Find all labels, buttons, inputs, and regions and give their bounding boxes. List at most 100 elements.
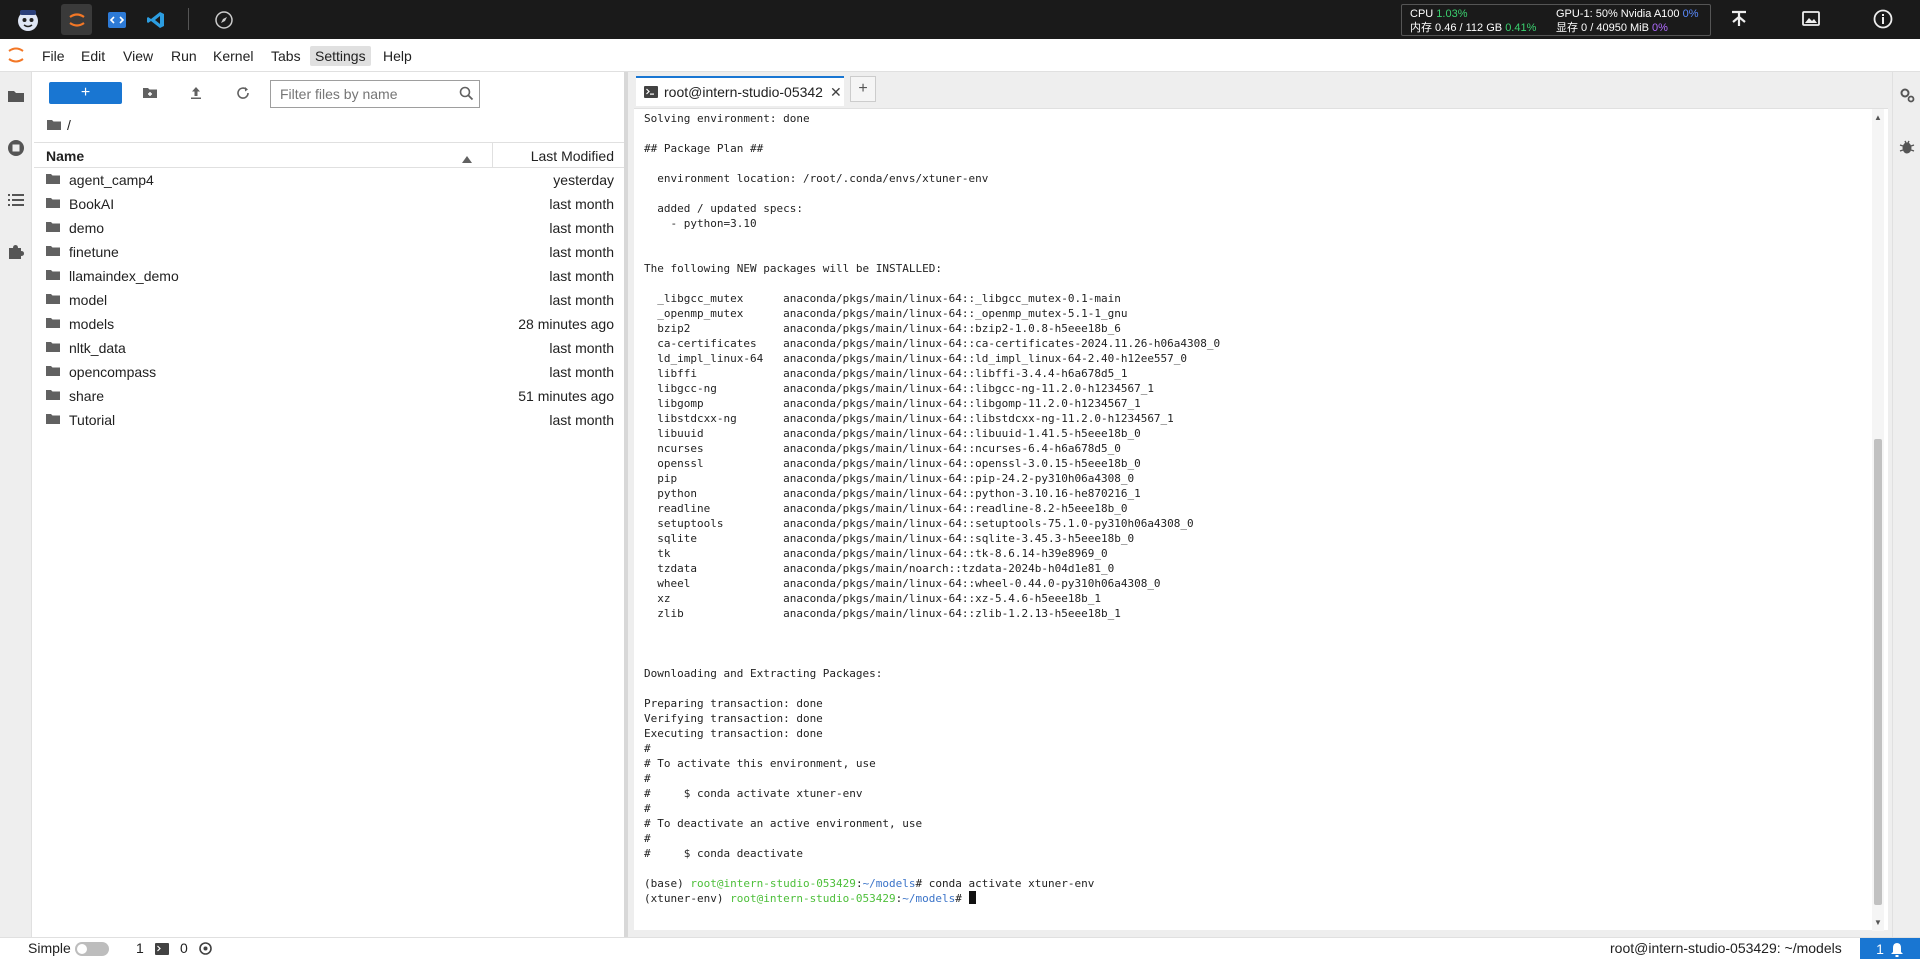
- toc-icon[interactable]: [6, 190, 26, 210]
- terminal-panel[interactable]: Solving environment: done ## Package Plan…: [634, 108, 1888, 931]
- menu-bar: File Edit View Run Kernel Tabs Settings …: [0, 39, 1920, 72]
- terminal-status-icon[interactable]: [155, 942, 169, 958]
- code-app-icon[interactable]: [101, 4, 132, 35]
- terminal-count[interactable]: 0: [180, 940, 188, 956]
- terminal-line: setuptools anaconda/pkgs/main/linux-64::…: [644, 517, 1194, 530]
- folder-icon: [46, 413, 60, 428]
- image-icon[interactable]: [1800, 8, 1822, 30]
- filter-files-input[interactable]: [271, 81, 451, 107]
- jupyter-app-icon[interactable]: [61, 4, 92, 35]
- menu-edit[interactable]: Edit: [81, 46, 105, 66]
- terminal-line: environment location: /root/.conda/envs/…: [644, 172, 989, 185]
- gpu-value: 0%: [1682, 8, 1699, 20]
- file-row-nltk-data[interactable]: nltk_data last month: [34, 336, 624, 360]
- file-modified: last month: [549, 340, 614, 356]
- menu-view[interactable]: View: [123, 46, 153, 66]
- simple-mode-toggle[interactable]: [75, 942, 109, 956]
- fork-icon[interactable]: [1728, 8, 1750, 30]
- column-divider[interactable]: [492, 143, 493, 168]
- folder-icon: [46, 173, 60, 188]
- file-row-model[interactable]: model last month: [34, 288, 624, 312]
- menu-tabs[interactable]: Tabs: [271, 46, 301, 66]
- new-folder-icon[interactable]: [139, 82, 161, 104]
- running-icon[interactable]: [6, 138, 26, 158]
- file-row-models[interactable]: models 28 minutes ago: [34, 312, 624, 336]
- file-row-bookai[interactable]: BookAI last month: [34, 192, 624, 216]
- add-tab-button[interactable]: +: [850, 76, 876, 102]
- search-icon: [459, 86, 474, 104]
- tab-terminal[interactable]: root@intern-studio-05342 ✕: [636, 76, 844, 106]
- file-row-agent-camp4[interactable]: agent_camp4 yesterday: [34, 168, 624, 192]
- folder-icon: [47, 120, 61, 130]
- kernel-count[interactable]: 1: [136, 940, 144, 956]
- notification-count: 1: [1876, 941, 1884, 957]
- prompt-path: ~/models: [862, 877, 916, 890]
- file-modified: yesterday: [553, 172, 614, 188]
- compass-app-icon[interactable]: [208, 4, 239, 35]
- scroll-up-icon[interactable]: ▲: [1874, 113, 1882, 122]
- cpu-label: CPU: [1410, 8, 1434, 20]
- terminal-line: wheel anaconda/pkgs/main/linux-64::wheel…: [644, 577, 1161, 590]
- menu-kernel[interactable]: Kernel: [213, 46, 253, 66]
- file-row-share[interactable]: share 51 minutes ago: [34, 384, 624, 408]
- terminal-line: - python=3.10: [644, 217, 757, 230]
- file-row-finetune[interactable]: finetune last month: [34, 240, 624, 264]
- terminal-line: ca-certificates anaconda/pkgs/main/linux…: [644, 337, 1221, 350]
- intern-logo-icon[interactable]: [12, 4, 43, 35]
- breadcrumb[interactable]: /: [47, 117, 71, 133]
- terminal-line: libgcc-ng anaconda/pkgs/main/linux-64::l…: [644, 382, 1154, 395]
- main-dock-area: root@intern-studio-05342 ✕ + Solving env…: [628, 72, 1892, 937]
- file-row-llamaindex-demo[interactable]: llamaindex_demo last month: [34, 264, 624, 288]
- terminal-line: ld_impl_linux-64 anaconda/pkgs/main/linu…: [644, 352, 1188, 365]
- terminal-scrollbar[interactable]: ▲ ▼: [1872, 109, 1884, 931]
- sort-caret-up-icon[interactable]: [462, 151, 472, 166]
- terminal-line: openssl anaconda/pkgs/main/linux-64::ope…: [644, 457, 1141, 470]
- upload-icon[interactable]: [185, 82, 207, 104]
- file-row-demo[interactable]: demo last month: [34, 216, 624, 240]
- file-browser: + / Name Last Modified agent_camp4 yester…: [32, 72, 628, 937]
- column-name[interactable]: Name: [46, 148, 84, 164]
- menu-settings[interactable]: Settings: [310, 46, 371, 66]
- terminal-line: tzdata anaconda/pkgs/main/noarch::tzdata…: [644, 562, 1115, 575]
- property-inspector-icon[interactable]: [1898, 86, 1916, 107]
- menu-run[interactable]: Run: [171, 46, 197, 66]
- vram-label: 显存 0 / 40950 MiB: [1556, 22, 1649, 34]
- folder-icon: [46, 245, 60, 260]
- refresh-icon[interactable]: [232, 82, 254, 104]
- gpu-label: GPU-1: 50% Nvidia A100: [1556, 8, 1680, 20]
- file-row-tutorial[interactable]: Tutorial last month: [34, 408, 624, 432]
- menu-file[interactable]: File: [42, 46, 65, 66]
- terminal-line: # $ conda deactivate: [644, 847, 803, 860]
- terminal-line: # $ conda activate xtuner-env: [644, 787, 863, 800]
- info-icon[interactable]: [1872, 8, 1894, 30]
- folder-icon: [46, 269, 60, 284]
- breadcrumb-root[interactable]: /: [67, 117, 71, 133]
- cpu-value: 1.03%: [1436, 8, 1468, 20]
- extension-icon[interactable]: [6, 242, 26, 262]
- vscode-app-icon[interactable]: [140, 4, 171, 35]
- terminal-cursor: [968, 891, 976, 904]
- file-name: BookAI: [69, 196, 115, 212]
- prompt-env: (base): [644, 877, 691, 890]
- file-modified: last month: [549, 364, 614, 380]
- debugger-icon[interactable]: [1898, 138, 1916, 159]
- new-launcher-button[interactable]: +: [49, 82, 122, 104]
- notification-button[interactable]: 1: [1860, 938, 1920, 959]
- folder-icon: [46, 365, 60, 380]
- scroll-down-icon[interactable]: ▼: [1874, 918, 1882, 927]
- terminal-lines: Solving environment: done ## Package Plan…: [644, 111, 1220, 876]
- gear-icon[interactable]: [198, 941, 213, 959]
- column-last-modified[interactable]: Last Modified: [531, 148, 614, 164]
- folder-icon[interactable]: [6, 86, 26, 106]
- terminal-line: Preparing transaction: done: [644, 697, 823, 710]
- mem-value: 0.41%: [1505, 22, 1537, 34]
- file-row-opencompass[interactable]: opencompass last month: [34, 360, 624, 384]
- scrollbar-thumb[interactable]: [1874, 439, 1882, 905]
- menu-help[interactable]: Help: [383, 46, 412, 66]
- close-icon[interactable]: ✕: [830, 84, 842, 101]
- left-activity-bar: [0, 72, 32, 937]
